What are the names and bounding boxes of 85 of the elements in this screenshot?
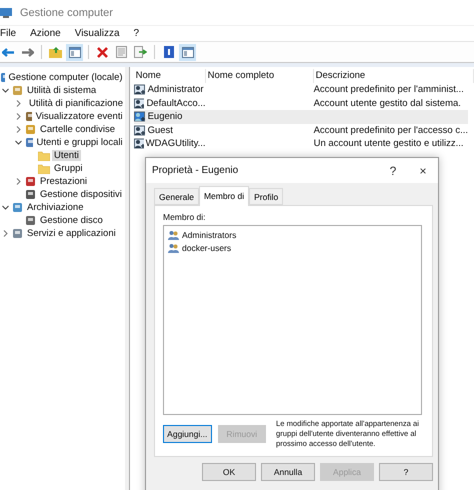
tree-item[interactable]: Utilità di sistema (25, 85, 98, 96)
delete-icon (97, 46, 108, 58)
description: Account predefinito per l'amminist... (314, 84, 464, 96)
snap-in-icon (12, 85, 23, 96)
dialog-button[interactable]: OK (202, 463, 256, 481)
dialog-title: Proprietà - Eugenio (152, 165, 240, 176)
collapse-chevron-icon[interactable] (14, 139, 22, 146)
folder-icon (38, 150, 50, 160)
user-name: Administrator (148, 84, 204, 96)
close-button[interactable]: × (408, 164, 438, 178)
column-header[interactable]: Nome completo (206, 69, 314, 83)
tree-item[interactable]: Gestione dispositivi (38, 189, 124, 200)
toolbar-button[interactable] (132, 44, 149, 60)
members-list[interactable]: Administrators docker-users (163, 225, 422, 415)
description: Un account utente gestito e utilizz... (314, 138, 464, 150)
list-row[interactable]: DefaultAcco... Account utente gestito dal sistema. (134, 96, 468, 110)
dialog-button[interactable]: Annulla (261, 463, 315, 481)
dialog-button[interactable]: ? (379, 463, 433, 481)
tab[interactable]: Membro di (198, 186, 250, 206)
tree-item[interactable]: Servizi e applicazioni (25, 228, 118, 239)
menu-item[interactable]: ? (134, 28, 140, 39)
group-name[interactable]: docker-users (182, 243, 232, 253)
group-name[interactable]: Administrators (182, 230, 236, 240)
expand-chevron-icon[interactable] (2, 230, 8, 237)
properties-icon (116, 46, 127, 58)
tree-item[interactable]: Cartelle condivise (38, 124, 117, 135)
back-arrow-icon (2, 48, 15, 56)
tree-item[interactable]: Utenti (52, 150, 81, 161)
toolbar-button[interactable] (113, 44, 130, 60)
description: Account utente gestito dal sistema. (314, 98, 461, 109)
tab[interactable]: Profilo (249, 188, 284, 205)
snap-in-icon (25, 124, 36, 135)
snap-in-icon (25, 176, 36, 187)
user-icon (134, 124, 146, 136)
toolbar-button[interactable] (66, 44, 83, 60)
user-icon (134, 138, 144, 150)
export-icon (134, 46, 147, 58)
collapse-chevron-icon[interactable] (2, 204, 8, 211)
menu-item[interactable]: Azione (30, 28, 61, 39)
list-row[interactable]: WDAGUtility... Un account utente gestito e utilizz... (134, 137, 468, 150)
forward-arrow-icon (21, 48, 34, 56)
user-name: Eugenio (148, 111, 182, 122)
tree-item[interactable]: Gestione computer (locale) (6, 72, 125, 83)
tab[interactable]: Generale (154, 188, 199, 205)
user-name: WDAGUtility... (146, 138, 206, 150)
user-icon (134, 98, 144, 109)
group-icon (168, 230, 179, 240)
list-label: Membro di: (163, 212, 207, 222)
user-name: Guest (148, 124, 173, 136)
list-row[interactable]: Administrator Account predefinito per l'amminist... (134, 83, 468, 96)
user-icon (134, 111, 146, 122)
snap-in-icon (25, 215, 36, 226)
menu-item[interactable]: Visualizza (74, 28, 120, 39)
window-title: Gestione computer (20, 6, 113, 18)
menu-item[interactable]: File (0, 28, 16, 39)
column-header[interactable]: Nome (134, 69, 206, 83)
app-icon (0, 6, 14, 18)
folder-icon (38, 164, 50, 174)
toolbar-button[interactable] (179, 44, 196, 60)
tree-item[interactable]: Gestione disco (38, 215, 105, 226)
tree-item[interactable]: Utilità di pianificazione (27, 98, 125, 109)
list-row[interactable]: Guest Account predefinito per l'accesso c... (134, 124, 468, 137)
snap-in-icon (12, 228, 23, 239)
user-icon (134, 84, 146, 96)
tree-item[interactable]: Prestazioni (38, 176, 89, 187)
snap-in-icon (12, 202, 23, 213)
list-row[interactable]: Eugenio (134, 110, 468, 124)
snap-in-icon (25, 137, 32, 148)
tree-item[interactable]: Archiviazione (25, 202, 86, 213)
snap-in-icon (25, 189, 36, 200)
pane-icon (182, 46, 194, 58)
tree-item[interactable]: Visualizzatore eventi (34, 111, 125, 122)
description: Account predefinito per l'accesso c... (314, 124, 468, 136)
help-button[interactable]: ? (378, 164, 408, 178)
snap-in-icon (25, 111, 32, 122)
tree-item[interactable]: Gruppi (52, 163, 85, 174)
action-button[interactable]: Aggiungi... (163, 425, 212, 443)
user-name: DefaultAcco... (146, 98, 206, 109)
expand-chevron-icon[interactable] (14, 178, 22, 185)
column-header[interactable]: Descrizione (314, 69, 474, 83)
pane-icon (68, 46, 80, 58)
tree-item[interactable]: Utenti e gruppi locali (34, 137, 125, 148)
collapse-chevron-icon[interactable] (2, 87, 8, 94)
folder-up-icon (49, 46, 62, 58)
group-icon (168, 243, 179, 253)
